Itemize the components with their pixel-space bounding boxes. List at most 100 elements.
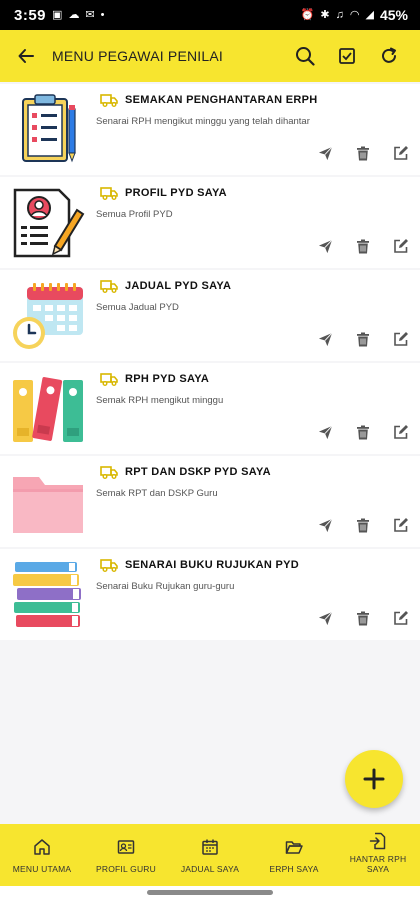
send-icon — [318, 611, 332, 625]
mail-icon: ✉ — [85, 8, 95, 21]
card-subtitle: Semua Jadual PYD — [96, 302, 179, 313]
card-title: JADUAL PYD SAYA — [125, 280, 232, 292]
checkbox-icon — [339, 48, 355, 64]
status-time: 3:59 — [14, 6, 47, 24]
arrow-left-icon — [18, 49, 34, 63]
home-icon — [34, 839, 50, 855]
plus-icon — [363, 768, 385, 790]
menu-card-semakan-penghantaran-erph[interactable]: SEMAKAN PENGHANTARAN ERPH Senarai RPH me… — [0, 84, 420, 175]
send-button[interactable] — [316, 516, 334, 534]
trash-icon — [357, 332, 369, 346]
trash-icon — [357, 239, 369, 253]
truck-icon — [100, 187, 118, 200]
send-icon — [318, 425, 332, 439]
menu-card-rph-pyd-saya[interactable]: RPH PYD SAYA Semak RPH mengikut minggu — [0, 363, 420, 454]
gallery-icon: ▣ — [52, 8, 63, 21]
select-all-button[interactable] — [326, 36, 368, 76]
send-icon — [318, 239, 332, 253]
dot-icon: • — [100, 8, 105, 21]
delete-button[interactable] — [354, 330, 372, 348]
refresh-icon — [382, 47, 396, 63]
send-button[interactable] — [316, 330, 334, 348]
battery-percentage: 45% — [379, 7, 408, 23]
truck-icon — [100, 280, 118, 293]
nav-label: HANTAR RPH SAYA — [349, 854, 407, 875]
edit-button[interactable] — [392, 516, 410, 534]
gesture-bar — [0, 886, 420, 900]
nav-label: ERPH SAYA — [269, 864, 319, 874]
send-icon — [318, 332, 332, 346]
send-icon — [318, 146, 332, 160]
clipboard-checklist-image — [22, 94, 76, 163]
search-button[interactable] — [284, 36, 326, 76]
card-title: PROFIL PYD SAYA — [125, 187, 227, 199]
send-button[interactable] — [316, 144, 334, 162]
menu-card-profil-pyd-saya[interactable]: PROFIL PYD SAYA Semua Profil PYD — [0, 177, 420, 268]
truck-icon — [100, 466, 118, 479]
bluetooth-icon: ✱ — [320, 8, 330, 21]
home-gesture-handle[interactable] — [147, 890, 273, 895]
menu-list: SEMAKAN PENGHANTARAN ERPH Senarai RPH me… — [0, 84, 420, 642]
nav-hantar-rph-saya[interactable]: HANTAR RPH SAYA — [336, 824, 420, 886]
edit-button[interactable] — [392, 423, 410, 441]
nav-jadual-saya[interactable]: JADUAL SAYA — [168, 824, 252, 886]
nav-label: MENU UTAMA — [12, 864, 72, 874]
app-bar: MENU PEGAWAI PENILAI — [0, 30, 420, 82]
send-button[interactable] — [316, 237, 334, 255]
edit-button[interactable] — [392, 237, 410, 255]
trash-icon — [357, 518, 369, 532]
truck-icon — [100, 94, 118, 107]
card-title: SEMAKAN PENGHANTARAN ERPH — [125, 94, 318, 106]
truck-icon — [100, 559, 118, 572]
menu-card-jadual-pyd-saya[interactable]: JADUAL PYD SAYA Semua Jadual PYD — [0, 270, 420, 361]
edit-button[interactable] — [392, 144, 410, 162]
page-title: MENU PEGAWAI PENILAI — [52, 48, 223, 64]
send-button[interactable] — [316, 609, 334, 627]
edit-icon — [394, 146, 408, 160]
cloud-icon: ☁ — [68, 8, 80, 21]
folder-open-icon — [285, 841, 303, 854]
card-title: SENARAI BUKU RUJUKAN PYD — [125, 559, 300, 571]
edit-icon — [394, 425, 408, 439]
edit-icon — [394, 611, 408, 625]
card-subtitle: Senarai RPH mengikut minggu yang telah d… — [96, 116, 310, 127]
profile-document-image — [13, 188, 85, 258]
trash-icon — [357, 425, 369, 439]
bottom-navigation: MENU UTAMA PROFIL GURU JADUAL SAYA ERPH … — [0, 824, 420, 886]
book-stack-image — [13, 562, 81, 627]
menu-card-rpt-dan-dskp-pyd-saya[interactable]: RPT DAN DSKP PYD SAYA Semak RPT dan DSKP… — [0, 456, 420, 547]
send-icon — [318, 518, 332, 532]
mute-icon: ♫ — [335, 8, 344, 21]
nav-erph-saya[interactable]: ERPH SAYA — [252, 824, 336, 886]
add-button[interactable] — [345, 750, 403, 808]
nav-profil-guru[interactable]: PROFIL GURU — [84, 824, 168, 886]
binders-image — [13, 377, 83, 442]
card-subtitle: Semak RPH mengikut minggu — [96, 395, 224, 406]
signal-icon: ◢ — [365, 8, 374, 21]
edit-button[interactable] — [392, 609, 410, 627]
calendar-clock-image — [13, 283, 83, 349]
delete-button[interactable] — [354, 423, 372, 441]
edit-button[interactable] — [392, 330, 410, 348]
card-title: RPH PYD SAYA — [125, 373, 210, 385]
search-icon — [296, 47, 315, 66]
delete-button[interactable] — [354, 237, 372, 255]
alarm-icon: ⏰ — [300, 8, 315, 21]
nav-label: PROFIL GURU — [96, 864, 156, 874]
trash-icon — [357, 611, 369, 625]
delete-button[interactable] — [354, 516, 372, 534]
delete-button[interactable] — [354, 144, 372, 162]
trash-icon — [357, 146, 369, 160]
status-bar: 3:59 ▣ ☁ ✉ • ⏰ ✱ ♫ ◠ ◢ 45% — [0, 0, 420, 30]
card-subtitle: Semak RPT dan DSKP Guru — [96, 488, 218, 499]
edit-icon — [394, 518, 408, 532]
delete-button[interactable] — [354, 609, 372, 627]
edit-icon — [394, 332, 408, 346]
id-card-icon — [117, 840, 135, 854]
menu-card-senarai-buku-rujukan-pyd[interactable]: SENARAI BUKU RUJUKAN PYD Senarai Buku Ru… — [0, 549, 420, 640]
send-button[interactable] — [316, 423, 334, 441]
calendar-icon — [202, 839, 218, 855]
nav-menu-utama[interactable]: MENU UTAMA — [0, 824, 84, 886]
back-button[interactable] — [10, 40, 42, 72]
refresh-button[interactable] — [368, 36, 410, 76]
